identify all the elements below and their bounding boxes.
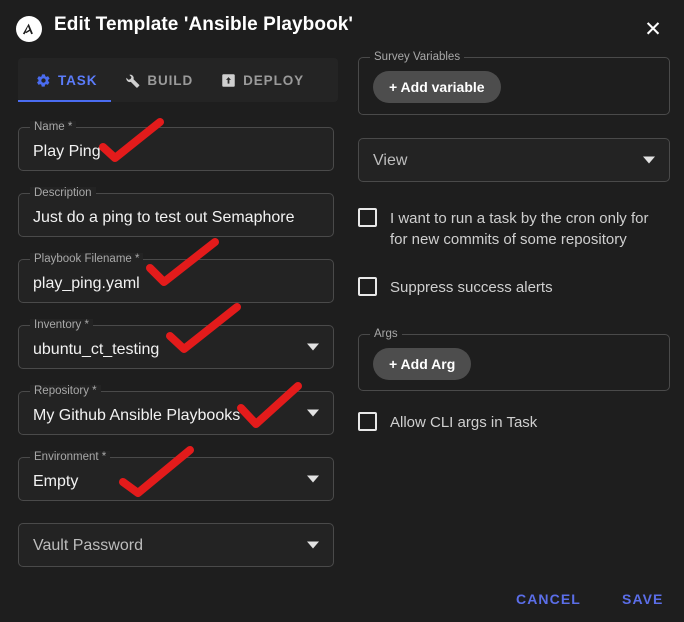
inventory-select-value: ubuntu_ct_testing (33, 341, 160, 358)
name-field[interactable]: Name * Play Ping (18, 121, 334, 171)
gear-icon (36, 73, 51, 88)
cancel-button[interactable]: CANCEL (516, 582, 581, 616)
allow-cli-args-checkbox-row[interactable]: Allow CLI args in Task (358, 412, 670, 433)
tab-build-label: BUILD (147, 72, 194, 88)
view-select-value: View (373, 152, 408, 169)
tab-task-label: TASK (58, 72, 98, 88)
tab-bar: TASK BUILD DEPLOY (18, 58, 338, 102)
playbook-filename-value: play_ping.yaml (33, 275, 140, 292)
description-field-value: Just do a ping to test out Semaphore (33, 209, 295, 226)
environment-select[interactable]: Environment * Empty (18, 451, 334, 501)
tab-build[interactable]: BUILD (111, 58, 207, 102)
deploy-icon (221, 73, 236, 88)
allow-cli-args-checkbox-label: Allow CLI args in Task (390, 414, 538, 431)
survey-variables-legend: Survey Variables (370, 51, 465, 63)
playbook-filename-legend: Playbook Filename * (30, 253, 144, 265)
suppress-alerts-checkbox-label: Suppress success alerts (390, 279, 553, 296)
environment-select-legend: Environment * (30, 451, 111, 463)
vault-password-value: Vault Password (33, 537, 143, 554)
add-arg-button[interactable]: + Add Arg (373, 348, 472, 380)
tab-deploy-label: DEPLOY (243, 72, 305, 88)
edit-template-dialog: Edit Template 'Ansible Playbook' ✕ TASK … (0, 0, 684, 622)
inventory-select-legend: Inventory * (30, 319, 93, 331)
chevron-down-icon[interactable] (307, 343, 319, 351)
environment-select-value: Empty (33, 473, 79, 490)
vault-password-select[interactable]: Vault Password (18, 523, 334, 567)
survey-variables-box: Survey Variables + Add variable (358, 51, 670, 115)
repository-select-value: My Github Ansible Playbooks (33, 407, 241, 424)
cron-checkbox-row[interactable]: I want to run a task by the cron only fo… (358, 208, 670, 250)
chevron-down-icon[interactable] (307, 475, 319, 483)
wrench-icon (125, 73, 140, 88)
tab-task[interactable]: TASK (18, 58, 112, 102)
chevron-down-icon[interactable] (643, 156, 655, 164)
suppress-alerts-checkbox-row[interactable]: Suppress success alerts (358, 277, 670, 298)
save-button[interactable]: SAVE (622, 582, 664, 616)
inventory-select[interactable]: Inventory * ubuntu_ct_testing (18, 319, 334, 369)
playbook-filename-field[interactable]: Playbook Filename * play_ping.yaml (18, 253, 334, 303)
cron-checkbox-label: I want to run a task by the cron only fo… (390, 210, 649, 248)
suppress-alerts-checkbox[interactable] (358, 277, 377, 296)
tab-deploy[interactable]: DEPLOY (207, 58, 318, 102)
add-variable-button[interactable]: + Add variable (373, 71, 501, 103)
ansible-logo-icon (16, 16, 42, 42)
dialog-header: Edit Template 'Ansible Playbook' ✕ (0, 0, 684, 56)
name-field-value: Play Ping (33, 143, 101, 160)
cron-checkbox[interactable] (358, 208, 377, 227)
view-select[interactable]: View (358, 138, 670, 182)
chevron-down-icon[interactable] (307, 541, 319, 549)
args-box: Args + Add Arg (358, 328, 670, 391)
description-field-legend: Description (30, 187, 96, 199)
name-field-legend: Name * (30, 121, 77, 133)
chevron-down-icon[interactable] (307, 409, 319, 417)
args-legend: Args (370, 328, 402, 340)
repository-select-legend: Repository * (30, 385, 101, 397)
page-title: Edit Template 'Ansible Playbook' (54, 14, 354, 35)
description-field[interactable]: Description Just do a ping to test out S… (18, 187, 334, 237)
repository-select[interactable]: Repository * My Github Ansible Playbooks (18, 385, 334, 435)
close-icon[interactable]: ✕ (638, 14, 668, 44)
allow-cli-args-checkbox[interactable] (358, 412, 377, 431)
